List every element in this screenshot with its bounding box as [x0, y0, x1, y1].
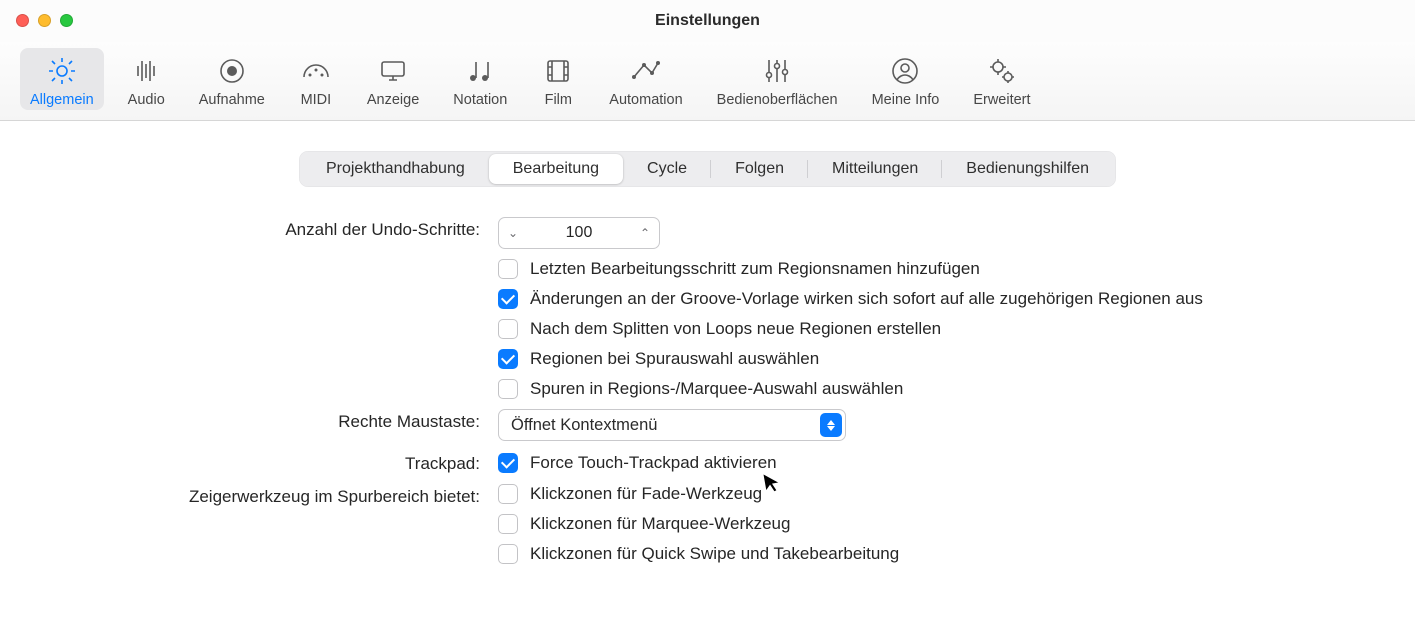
right-mouse-label: Rechte Maustaste: [40, 409, 480, 432]
checkbox-icon [498, 514, 518, 534]
toolbar-item-label: Automation [609, 92, 682, 108]
toolbar-item-meine-info[interactable]: Meine Info [862, 48, 950, 110]
popup-value: Öffnet Kontextmenü [511, 416, 657, 435]
undo-steps-stepper[interactable]: ⌄ 100 ⌃ [498, 217, 660, 249]
checkbox-marquee-zones[interactable]: Klickzonen für Marquee-Werkzeug [498, 514, 1340, 534]
toolbar-item-allgemein[interactable]: Allgemein [20, 48, 104, 110]
checkbox-split-loops[interactable]: Nach dem Splitten von Loops neue Regione… [498, 319, 1340, 339]
checkbox-icon [498, 544, 518, 564]
toolbar-item-label: Notation [453, 92, 507, 108]
automation-icon [629, 54, 663, 88]
checkbox-icon [498, 453, 518, 473]
checkbox-icon [498, 259, 518, 279]
toolbar-item-label: Anzeige [367, 92, 419, 108]
trackpad-label: Trackpad: [40, 451, 480, 474]
stepper-down-icon[interactable]: ⌄ [499, 226, 527, 240]
pointer-tool-label: Zeigerwerkzeug im Spurbereich bietet: [40, 484, 480, 507]
checkbox-label: Regionen bei Spurauswahl auswählen [530, 349, 819, 369]
checkbox-label: Nach dem Splitten von Loops neue Regione… [530, 319, 941, 339]
tab-bedienungshilfen[interactable]: Bedienungshilfen [942, 154, 1113, 184]
checkbox-quickswipe-zones[interactable]: Klickzonen für Quick Swipe und Takebearb… [498, 544, 1340, 564]
toolbar-item-label: Bedienoberflächen [717, 92, 838, 108]
tab-cycle[interactable]: Cycle [623, 154, 711, 184]
checkbox-groove-template[interactable]: Änderungen an der Groove-Vorlage wirken … [498, 289, 1340, 309]
checkbox-icon [498, 484, 518, 504]
toolbar-item-aufnahme[interactable]: Aufnahme [189, 48, 275, 110]
person-circle-icon [888, 54, 922, 88]
toolbar-item-label: Meine Info [872, 92, 940, 108]
checkbox-fade-zones[interactable]: Klickzonen für Fade-Werkzeug [498, 484, 1340, 504]
toolbar-item-label: Aufnahme [199, 92, 265, 108]
checkbox-label: Klickzonen für Fade-Werkzeug [530, 484, 762, 504]
checkbox-icon [498, 349, 518, 369]
toolbar-item-label: MIDI [301, 92, 332, 108]
toolbar-item-audio[interactable]: Audio [118, 48, 175, 110]
checkbox-add-edit-step[interactable]: Letzten Bearbeitungsschritt zum Regionsn… [498, 259, 1340, 279]
checkbox-label: Letzten Bearbeitungsschritt zum Regionsn… [530, 259, 980, 279]
gears-icon [985, 54, 1019, 88]
toolbar-item-label: Audio [128, 92, 165, 108]
display-icon [376, 54, 410, 88]
checkbox-label: Klickzonen für Quick Swipe und Takebearb… [530, 544, 899, 564]
checkbox-label: Klickzonen für Marquee-Werkzeug [530, 514, 790, 534]
midi-icon [299, 54, 333, 88]
checkbox-label: Force Touch-Trackpad aktivieren [530, 453, 777, 473]
checkbox-label: Spuren in Regions-/Marquee-Auswahl auswä… [530, 379, 903, 399]
toolbar-item-notation[interactable]: Notation [443, 48, 517, 110]
tab-projekthandhabung[interactable]: Projekthandhabung [302, 154, 489, 184]
checkbox-tracks-in-region-select[interactable]: Spuren in Regions-/Marquee-Auswahl auswä… [498, 379, 1340, 399]
checkbox-icon [498, 319, 518, 339]
editing-form: Anzahl der Undo-Schritte: ⌄ 100 ⌃ Letzte… [40, 217, 1340, 564]
popup-arrows-icon [820, 413, 842, 437]
toolbar-item-anzeige[interactable]: Anzeige [357, 48, 429, 110]
undo-steps-value: 100 [527, 224, 631, 242]
sliders-icon [760, 54, 794, 88]
stepper-up-icon[interactable]: ⌃ [631, 226, 659, 240]
record-icon [215, 54, 249, 88]
toolbar-item-erweitert[interactable]: Erweitert [963, 48, 1040, 110]
waveform-icon [129, 54, 163, 88]
checkbox-region-on-track-select[interactable]: Regionen bei Spurauswahl auswählen [498, 349, 1340, 369]
undo-steps-label: Anzahl der Undo-Schritte: [40, 217, 480, 240]
toolbar-item-automation[interactable]: Automation [599, 48, 692, 110]
sub-tabs: Projekthandhabung Bearbeitung Cycle Folg… [299, 151, 1116, 187]
tab-bearbeitung[interactable]: Bearbeitung [489, 154, 623, 184]
tab-mitteilungen[interactable]: Mitteilungen [808, 154, 942, 184]
content-area: Projekthandhabung Bearbeitung Cycle Folg… [0, 121, 1415, 564]
toolbar-item-midi[interactable]: MIDI [289, 48, 343, 110]
checkbox-force-touch[interactable]: Force Touch-Trackpad aktivieren [498, 453, 1340, 473]
notes-icon [463, 54, 497, 88]
toolbar-item-film[interactable]: Film [531, 48, 585, 110]
window-title: Einstellungen [0, 12, 1415, 30]
film-icon [541, 54, 575, 88]
toolbar-item-label: Film [545, 92, 572, 108]
title-bar: Einstellungen [0, 0, 1415, 42]
right-mouse-popup[interactable]: Öffnet Kontextmenü [498, 409, 846, 441]
gear-icon [45, 54, 79, 88]
toolbar-item-label: Erweitert [973, 92, 1030, 108]
toolbar-item-label: Allgemein [30, 92, 94, 108]
checkbox-icon [498, 379, 518, 399]
toolbar-item-bedienoberflaechen[interactable]: Bedienoberflächen [707, 48, 848, 110]
tab-folgen[interactable]: Folgen [711, 154, 808, 184]
checkbox-label: Änderungen an der Groove-Vorlage wirken … [530, 289, 1203, 309]
checkbox-icon [498, 289, 518, 309]
preferences-toolbar: Allgemein Audio Aufnahme MIDI Anzeige No… [0, 42, 1415, 121]
